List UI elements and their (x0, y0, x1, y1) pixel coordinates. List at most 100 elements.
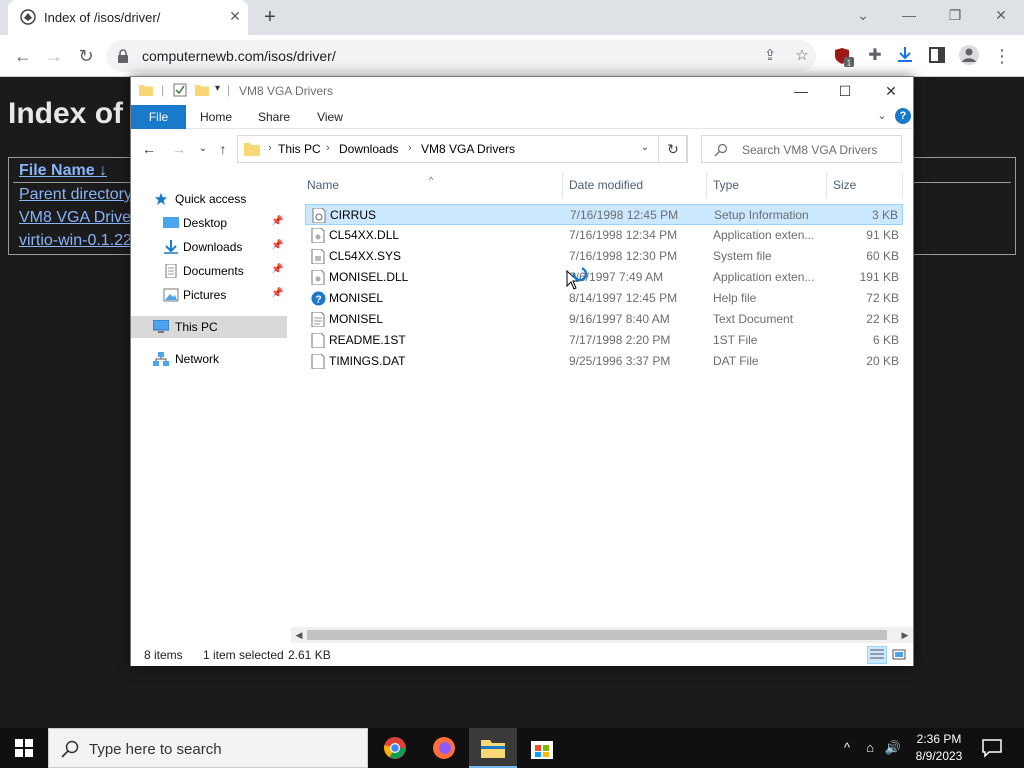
pin-icon[interactable]: 📌 (271, 264, 283, 276)
file-row[interactable]: MONISEL 9/16/1997 8:40 AM Text Document 22 … (305, 309, 903, 330)
tab-close-icon[interactable]: ✕ (226, 7, 244, 25)
close-icon[interactable]: ✕ (869, 79, 913, 103)
nav-item-network[interactable]: Network (131, 348, 287, 370)
back-icon[interactable]: ← (139, 139, 159, 159)
chrome-taskbar-icon[interactable] (371, 728, 419, 768)
file-size: 6 KB (872, 333, 899, 347)
show-hidden-icons-icon[interactable]: ^ (838, 738, 856, 758)
pin-icon[interactable]: 📌 (271, 216, 283, 228)
pin-icon[interactable]: 📌 (271, 288, 283, 300)
large-icons-view-icon[interactable] (889, 646, 909, 664)
start-button[interactable] (0, 728, 48, 768)
bookmark-star-icon[interactable]: ☆ (792, 47, 812, 65)
ribbon-tab-file[interactable]: File (131, 105, 186, 129)
file-name-header[interactable]: File Name ↓ (19, 162, 107, 180)
explorer-address-bar[interactable]: › This PC › Downloads › VM8 VGA Drivers … (237, 135, 687, 163)
column-header-size[interactable]: Size (827, 172, 903, 198)
scroll-left-arrow-icon[interactable]: ◀ (291, 627, 307, 643)
ribbon-tab-share[interactable]: Share (251, 105, 297, 129)
nav-item-desktop[interactable]: Desktop 📌 (131, 212, 287, 234)
horizontal-scrollbar[interactable]: ◀ ▶ (291, 627, 913, 643)
side-panel-icon[interactable] (929, 47, 945, 63)
file-row[interactable]: MONISEL.DLL 8/6/1997 7:49 AM Application e… (305, 267, 903, 288)
forward-icon[interactable]: → (169, 139, 189, 159)
generic-file-icon (311, 353, 325, 370)
scroll-right-arrow-icon[interactable]: ▶ (897, 627, 913, 643)
breadcrumb-current-folder[interactable]: VM8 VGA Drivers (421, 142, 515, 156)
profile-avatar-icon[interactable] (958, 44, 980, 66)
recent-locations-chevron-icon[interactable]: ⌄ (193, 139, 213, 159)
browser-menu-icon[interactable]: ⋮ (989, 43, 1015, 69)
ribbon-tab-view[interactable]: View (307, 105, 353, 129)
file-size: 72 KB (866, 291, 899, 305)
downloads-icon (164, 240, 178, 254)
breadcrumb-chevron-icon[interactable]: › (326, 142, 330, 154)
forward-arrow-icon[interactable]: → (41, 43, 67, 69)
nav-item-documents[interactable]: Documents 📌 (131, 260, 287, 282)
nav-item-this-pc[interactable]: This PC (131, 316, 287, 338)
back-arrow-icon[interactable]: ← (10, 43, 36, 69)
breadcrumb-downloads[interactable]: Downloads (339, 142, 398, 156)
explorer-titlebar[interactable]: | ▾ | VM8 VGA Drivers — ☐ ✕ (131, 77, 913, 105)
store-taskbar-icon[interactable] (518, 728, 566, 768)
taskbar-search-input[interactable]: Type here to search (48, 728, 368, 768)
file-size: 191 KB (859, 270, 899, 284)
reload-icon[interactable]: ↻ (73, 43, 99, 69)
minimize-icon[interactable]: — (779, 79, 823, 103)
dll-icon (311, 269, 325, 286)
pin-icon[interactable]: 📌 (271, 240, 283, 252)
file-row[interactable]: CL54XX.SYS 7/16/1998 12:30 PM System file 6… (305, 246, 903, 267)
refresh-icon[interactable]: ↻ (658, 135, 688, 163)
firefox-taskbar-icon[interactable] (420, 728, 468, 768)
extensions-puzzle-icon[interactable]: ✚ (862, 43, 888, 69)
address-dropdown-icon[interactable]: ⌄ (638, 141, 652, 155)
column-header-type[interactable]: Type (707, 172, 827, 198)
ublock-extension-icon[interactable]: 1 (834, 47, 854, 67)
column-header-name[interactable]: Name ^ (301, 172, 563, 198)
network-tray-icon[interactable]: ⌂ (861, 738, 879, 758)
new-folder-icon[interactable] (195, 83, 209, 97)
index-link-parent[interactable]: Parent directory/ (19, 186, 136, 204)
customize-quick-access-icon[interactable]: ▾ (215, 83, 220, 94)
help-icon[interactable]: ? (895, 108, 911, 124)
notification-center-icon[interactable] (980, 736, 1004, 760)
expand-ribbon-chevron-icon[interactable]: ⌄ (875, 109, 889, 123)
file-row[interactable]: README.1ST 7/17/1998 2:20 PM 1ST File 6 KB (305, 330, 903, 351)
lock-icon (118, 49, 128, 63)
file-name: CL54XX.SYS (329, 249, 402, 263)
up-arrow-icon[interactable]: ↑ (213, 139, 233, 159)
breadcrumb-this-pc[interactable]: This PC (278, 142, 321, 156)
nav-item-pictures[interactable]: Pictures 📌 (131, 284, 287, 306)
browser-restore-button[interactable]: ❐ (935, 4, 975, 28)
volume-icon[interactable]: 🔊 (884, 738, 902, 758)
browser-minimize-button[interactable]: — (889, 4, 929, 28)
tab-search-icon[interactable]: ⌄ (843, 4, 883, 28)
system-clock[interactable]: 2:36 PM 8/9/2023 (905, 731, 973, 765)
download-icon[interactable] (896, 46, 914, 64)
file-size: 91 KB (866, 228, 899, 242)
properties-check-icon[interactable] (173, 83, 187, 97)
file-row[interactable]: CL54XX.DLL 7/16/1998 12:34 PM Application … (305, 225, 903, 246)
file-row[interactable]: ? MONISEL 8/14/1997 12:45 PM Help file 72 KB (305, 288, 903, 309)
nav-item-downloads[interactable]: Downloads 📌 (131, 236, 287, 258)
maximize-icon[interactable]: ☐ (823, 79, 867, 103)
share-icon[interactable]: ⇪ (760, 47, 780, 65)
file-row[interactable]: TIMINGS.DAT 9/25/1996 3:37 PM DAT File 20 K… (305, 351, 903, 372)
file-explorer-taskbar-icon[interactable] (469, 728, 517, 768)
file-row[interactable]: CIRRUS 7/16/1998 12:45 PM Setup Informatio… (305, 204, 903, 225)
address-bar[interactable]: computernewb.com/isos/driver/ ⇪ ☆ (106, 40, 816, 72)
file-date-modified: 9/16/1997 8:40 AM (569, 312, 670, 326)
nav-label-documents: Documents (183, 264, 244, 278)
explorer-search-input[interactable]: Search VM8 VGA Drivers (701, 135, 902, 163)
breadcrumb-chevron-icon[interactable]: › (268, 142, 272, 154)
new-tab-button[interactable]: + (258, 6, 282, 30)
nav-item-quick-access[interactable]: Quick access (131, 188, 287, 210)
taskbar-search-placeholder: Type here to search (89, 741, 222, 758)
breadcrumb-chevron-icon[interactable]: › (408, 142, 412, 154)
browser-tab[interactable]: Index of /isos/driver/ ✕ (8, 0, 248, 35)
column-header-date[interactable]: Date modified (563, 172, 707, 198)
browser-close-button[interactable]: ✕ (981, 4, 1021, 28)
details-view-icon[interactable] (867, 646, 887, 664)
scrollbar-thumb[interactable] (307, 630, 887, 640)
ribbon-tab-home[interactable]: Home (193, 105, 239, 129)
